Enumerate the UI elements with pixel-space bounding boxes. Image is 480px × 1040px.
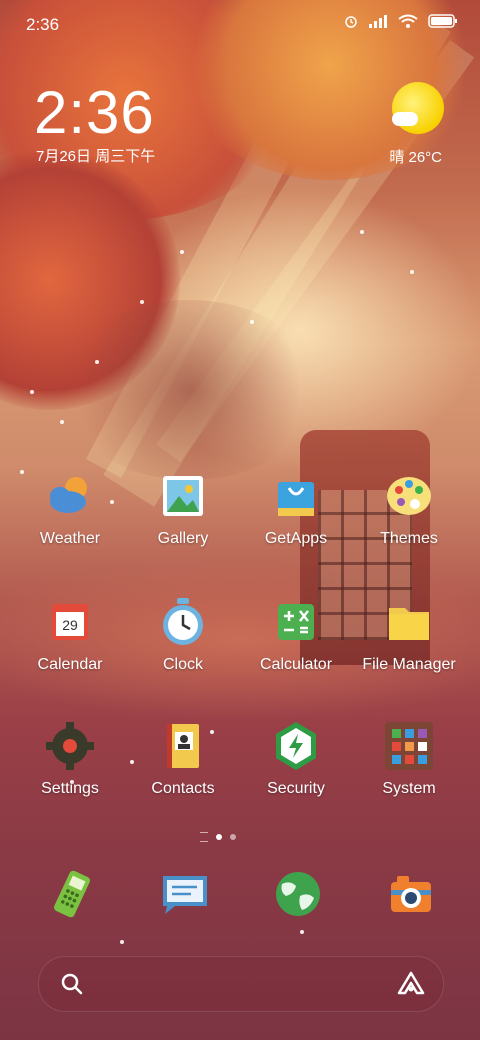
app-label: Clock bbox=[162, 656, 203, 673]
weather-icon bbox=[50, 477, 87, 513]
app-label: Gallery bbox=[157, 530, 209, 547]
message-icon bbox=[163, 876, 207, 914]
contacts-book-icon bbox=[167, 724, 199, 768]
cloud-icon bbox=[392, 112, 418, 126]
search-bar[interactable] bbox=[38, 956, 444, 1012]
page-list-indicator bbox=[200, 832, 208, 842]
status-time: 2:36 bbox=[26, 15, 60, 34]
app-security[interactable]: Security bbox=[241, 718, 351, 798]
status-bar: 2:36 bbox=[0, 0, 480, 48]
clock-widget-date[interactable]: 7月26日 周三下午 bbox=[36, 145, 155, 166]
camera-icon bbox=[391, 876, 431, 912]
signal-icon bbox=[368, 14, 388, 33]
gear-icon bbox=[46, 722, 94, 770]
alarm-icon bbox=[344, 14, 358, 33]
search-icon[interactable] bbox=[59, 971, 85, 1002]
app-contacts[interactable]: Contacts bbox=[128, 718, 238, 798]
app-clock[interactable]: Clock bbox=[128, 594, 238, 674]
calendar-icon: 29 bbox=[52, 604, 88, 640]
calendar-day: 29 bbox=[62, 617, 78, 633]
app-label: Calculator bbox=[259, 656, 333, 673]
app-label: Security bbox=[267, 780, 325, 797]
app-label: Settings bbox=[41, 780, 99, 797]
app-gallery[interactable]: Gallery bbox=[128, 468, 238, 548]
folder-grid-icon bbox=[385, 722, 433, 770]
app-label: GetApps bbox=[264, 530, 328, 547]
calculator-icon bbox=[278, 604, 314, 640]
shopping-bag-icon bbox=[278, 482, 314, 516]
app-calculator[interactable]: Calculator bbox=[241, 594, 351, 674]
globe-icon bbox=[276, 872, 320, 916]
app-weather[interactable]: Weather bbox=[15, 468, 125, 548]
folder-icon bbox=[389, 608, 429, 640]
dock-phone[interactable] bbox=[44, 866, 100, 922]
page-dot bbox=[230, 834, 236, 840]
app-label: File Manager bbox=[362, 656, 456, 673]
status-icons bbox=[344, 14, 458, 33]
page-indicator[interactable] bbox=[200, 832, 236, 842]
dock-browser[interactable] bbox=[270, 866, 326, 922]
app-getapps[interactable]: GetApps bbox=[241, 468, 351, 548]
app-label: Weather bbox=[39, 530, 101, 547]
clock-icon bbox=[163, 598, 203, 645]
app-settings[interactable]: Settings bbox=[15, 718, 125, 798]
app-label: Calendar bbox=[37, 656, 103, 673]
dock-camera[interactable] bbox=[383, 866, 439, 922]
phone-icon bbox=[54, 870, 90, 918]
app-label: Themes bbox=[380, 530, 438, 547]
clock-widget-time[interactable]: 2:36 bbox=[34, 78, 155, 147]
shield-bolt-icon bbox=[276, 722, 316, 770]
app-system[interactable]: System bbox=[354, 718, 464, 798]
app-label: System bbox=[382, 780, 436, 797]
page-dot-active bbox=[216, 834, 222, 840]
app-themes[interactable]: Themes bbox=[354, 468, 464, 548]
dock-messaging[interactable] bbox=[157, 866, 213, 922]
app-label: Contacts bbox=[151, 780, 215, 797]
foliage bbox=[60, 300, 320, 480]
palette-icon bbox=[387, 477, 431, 515]
gallery-icon bbox=[163, 476, 203, 516]
assistant-icon[interactable] bbox=[397, 971, 425, 1002]
sunny-cloud-icon[interactable] bbox=[392, 82, 444, 134]
app-calendar[interactable]: 29 Calendar bbox=[15, 594, 125, 674]
wifi-icon bbox=[398, 14, 418, 33]
battery-icon bbox=[428, 14, 458, 33]
weather-widget-text[interactable]: 晴 26°C bbox=[389, 146, 442, 167]
app-file-manager[interactable]: File Manager bbox=[354, 594, 464, 674]
